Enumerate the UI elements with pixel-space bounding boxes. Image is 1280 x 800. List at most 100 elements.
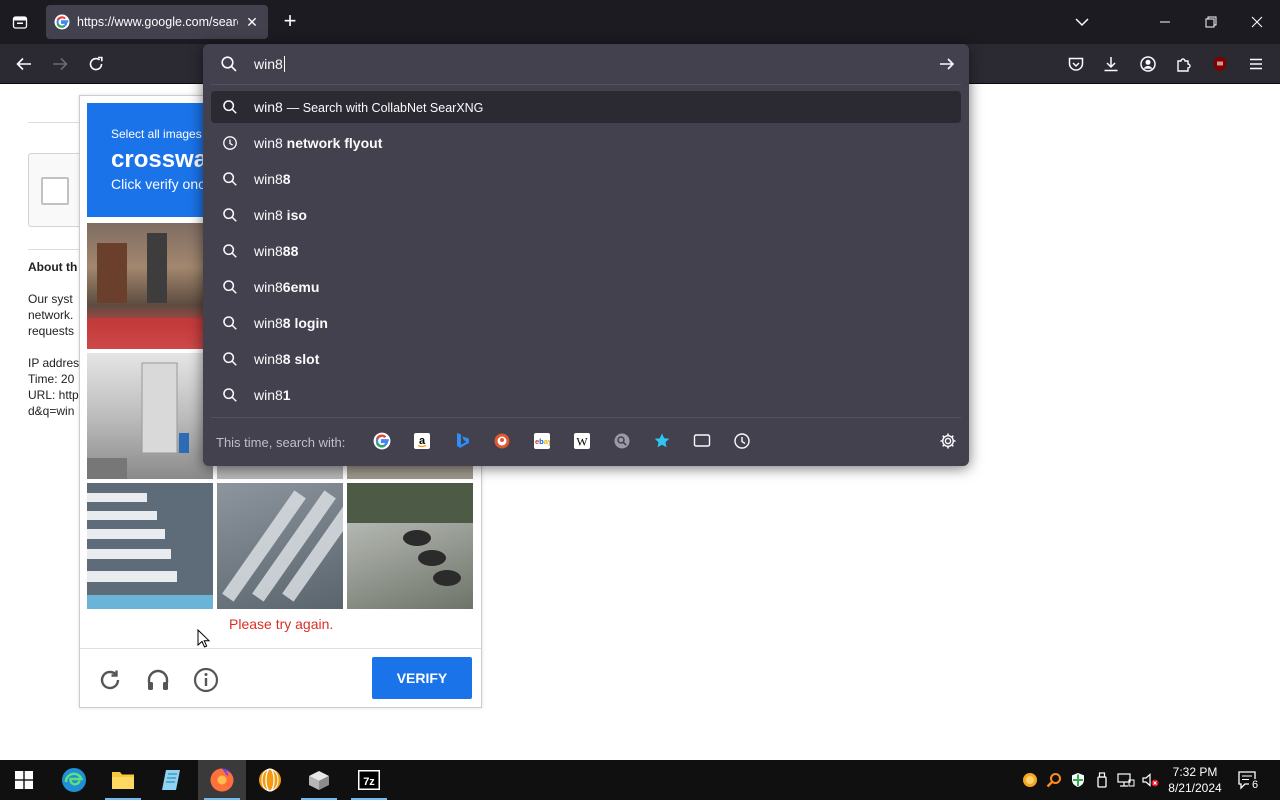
text-caret <box>283 56 285 72</box>
usb-device-icon[interactable] <box>1093 771 1111 789</box>
reload-button[interactable] <box>84 52 108 76</box>
captcha-reload-button[interactable] <box>96 666 124 694</box>
info-line: URL: http <box>28 388 79 402</box>
suggestion-text: win8— Search with CollabNet SearXNG <box>254 99 483 115</box>
wikipedia-icon[interactable]: W <box>573 432 591 450</box>
suggestion-typed-part: win8 <box>254 351 283 367</box>
restore-button[interactable] <box>1199 10 1223 34</box>
captcha-tile[interactable] <box>347 483 473 609</box>
account-button[interactable] <box>1136 52 1160 76</box>
google-icon[interactable] <box>373 432 391 450</box>
suggestion-completion: 8 login <box>282 315 328 331</box>
suggestion-typed-part: win8 <box>254 171 283 187</box>
tray-search-app-icon[interactable] <box>1045 771 1063 789</box>
recaptcha-checkbox[interactable] <box>41 177 69 205</box>
taskbar-firefox[interactable] <box>198 760 246 800</box>
close-window-button[interactable] <box>1245 10 1269 34</box>
go-arrow-icon[interactable] <box>937 54 957 74</box>
url-suggestion[interactable]: win8— Search with CollabNet SearXNG <box>211 91 961 123</box>
taskbar-file-explorer[interactable] <box>99 760 147 800</box>
searxng-icon[interactable] <box>613 432 631 450</box>
history-icon[interactable] <box>733 432 751 450</box>
suggestion-text: win88 login <box>254 315 328 331</box>
back-arrow-icon <box>16 57 31 71</box>
urlbar-input-row[interactable]: win8 <box>203 44 969 84</box>
tabs-icon[interactable] <box>693 432 711 450</box>
start-button[interactable] <box>0 760 48 800</box>
tray-security-icon[interactable] <box>1069 771 1087 789</box>
taskbar-edge[interactable] <box>50 760 98 800</box>
list-all-tabs-button[interactable] <box>1072 12 1092 32</box>
url-suggestion[interactable]: win86emu <box>211 271 961 303</box>
captcha-audio-button[interactable] <box>144 666 172 694</box>
suggestion-text: win86emu <box>254 279 319 295</box>
urlbar-input[interactable]: win8 <box>254 56 285 72</box>
taskbar-notepad[interactable] <box>148 760 196 800</box>
taskbar-package-app[interactable] <box>295 760 343 800</box>
about-heading: About th <box>28 260 78 274</box>
tray-app-icon[interactable] <box>1021 771 1039 789</box>
url-suggestion[interactable]: win81 <box>211 379 961 411</box>
divider <box>211 84 961 85</box>
tab-close-icon[interactable]: ✕ <box>244 14 260 30</box>
firefox-view-button[interactable] <box>6 9 34 35</box>
volume-muted-icon[interactable] <box>1141 771 1159 789</box>
ebay-icon[interactable]: ebay <box>533 432 551 450</box>
firefox-icon <box>210 768 234 792</box>
verify-button[interactable]: VERIFY <box>372 657 472 699</box>
captcha-tile[interactable] <box>217 483 343 609</box>
suggestion-text: win8 network flyout <box>254 135 382 151</box>
suggestion-text: win88 slot <box>254 351 319 367</box>
paragraph-line: network. <box>28 308 74 322</box>
search-settings-button[interactable] <box>939 432 957 450</box>
ublock-origin-icon <box>1214 56 1226 72</box>
search-icon <box>221 98 239 116</box>
downloads-button[interactable] <box>1099 52 1123 76</box>
search-icon <box>221 278 239 296</box>
suggestion-engine-label: — Search with CollabNet SearXNG <box>286 101 484 115</box>
windows-taskbar: 7z 7:32 PM 8/21/2024 6 <box>0 760 1280 800</box>
pocket-button[interactable] <box>1064 52 1088 76</box>
taskbar-media-app[interactable] <box>246 760 294 800</box>
url-suggestion[interactable]: win8 network flyout <box>211 127 961 159</box>
history-icon <box>221 134 239 152</box>
url-suggestion[interactable]: win88 slot <box>211 343 961 375</box>
app-menu-button[interactable] <box>1244 52 1268 76</box>
forward-button[interactable] <box>48 52 72 76</box>
captcha-info-button[interactable] <box>192 666 220 694</box>
captcha-tile[interactable] <box>347 466 473 479</box>
url-suggestion[interactable]: win88 login <box>211 307 961 339</box>
url-suggestion[interactable]: win8 iso <box>211 199 961 231</box>
captcha-tile[interactable] <box>87 223 213 349</box>
taskbar-7zip[interactable]: 7z <box>345 760 393 800</box>
info-line: Time: 20 <box>28 372 75 386</box>
captcha-tile[interactable] <box>217 466 343 479</box>
captcha-tile[interactable] <box>87 353 213 479</box>
extensions-button[interactable] <box>1172 52 1196 76</box>
suggestion-completion: 8 slot <box>282 351 320 367</box>
minimize-button[interactable] <box>1153 10 1177 34</box>
tab-google-search[interactable]: https://www.google.com/search?q=win8&sca… <box>46 5 268 39</box>
new-tab-button[interactable]: + <box>280 10 300 33</box>
reload-icon <box>89 56 103 71</box>
action-center-button[interactable]: 6 <box>1237 770 1261 792</box>
ublock-button[interactable] <box>1208 52 1232 76</box>
suggestion-typed-part: win8 <box>254 279 283 295</box>
puzzle-icon <box>1177 58 1191 72</box>
system-clock[interactable]: 7:32 PM 8/21/2024 <box>1160 764 1230 796</box>
headphones-icon <box>147 669 169 690</box>
bing-icon[interactable] <box>453 432 471 450</box>
close-icon <box>1251 16 1263 28</box>
back-button[interactable] <box>12 52 36 76</box>
network-icon[interactable] <box>1117 771 1135 789</box>
street-photo <box>87 233 213 349</box>
duckduckgo-icon[interactable] <box>493 432 511 450</box>
captcha-tile[interactable] <box>87 483 213 609</box>
divider <box>211 417 961 418</box>
url-suggestion[interactable]: win88 <box>211 163 961 195</box>
minimize-icon <box>1160 21 1170 23</box>
bookmarks-icon[interactable] <box>653 432 671 450</box>
divider <box>80 648 481 649</box>
amazon-icon[interactable]: a <box>413 432 431 450</box>
url-suggestion[interactable]: win888 <box>211 235 961 267</box>
